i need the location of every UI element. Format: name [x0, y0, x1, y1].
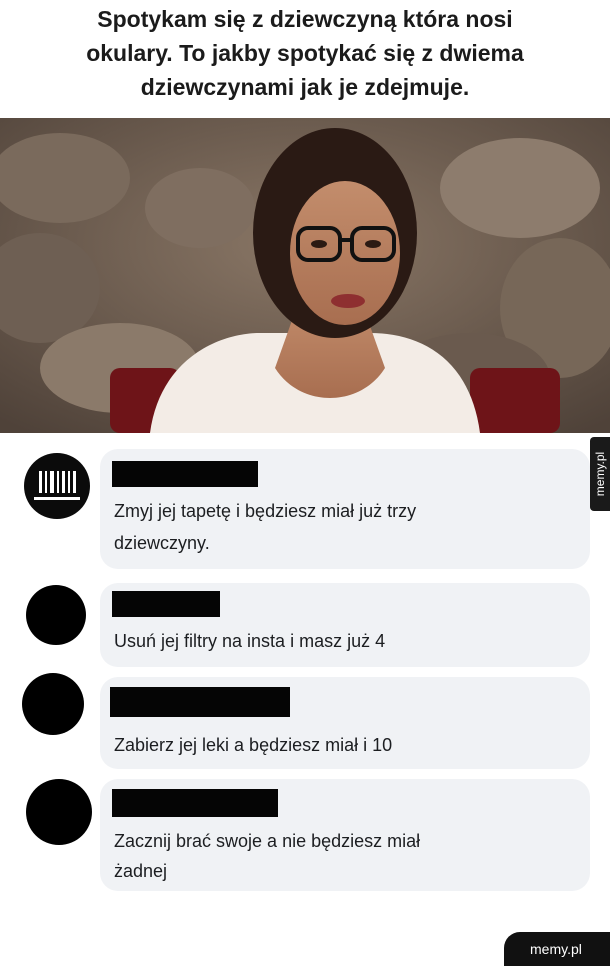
- comment-text-line-1: Zmyj jej tapetę i będziesz miał już trzy: [114, 501, 417, 521]
- meme-caption: Spotykam się z dziewczyną która nosi oku…: [0, 0, 610, 118]
- redacted-author-name[interactable]: [112, 591, 220, 617]
- comment-text-line-2: żadnej: [114, 861, 168, 881]
- photo-illustration: [0, 118, 610, 433]
- comments-section: Zmyj jej tapetę i będziesz miał już trzy…: [0, 433, 610, 966]
- caption-line-3: dziewczynami jak je zdejmuje.: [140, 74, 470, 100]
- avatar[interactable]: [26, 585, 86, 645]
- comment-text-line-1: Zacznij brać swoje a nie będziesz miał: [114, 831, 421, 851]
- watermark-side-text: memy.pl: [593, 451, 607, 497]
- avatar[interactable]: [24, 453, 90, 519]
- caption-line-2: okulary. To jakby spotykać się z dwiema: [86, 40, 524, 66]
- barcode-icon: [34, 471, 80, 500]
- redacted-author-name[interactable]: [110, 687, 290, 717]
- caption-line-1: Spotykam się z dziewczyną która nosi: [97, 6, 513, 32]
- watermark-bottom[interactable]: memy.pl: [504, 932, 610, 966]
- avatar[interactable]: [26, 779, 92, 845]
- redacted-author-name[interactable]: [112, 789, 278, 817]
- comment-text-line-1: Usuń jej filtry na insta i masz już 4: [114, 631, 386, 651]
- meme-photo: [0, 118, 610, 433]
- redacted-author-name[interactable]: [112, 461, 258, 487]
- comment-text-line-1: Zabierz jej leki a będziesz miał i 10: [114, 735, 393, 755]
- comment-text-line-2: dziewczyny.: [114, 533, 210, 553]
- watermark-bottom-text: memy.pl: [530, 941, 582, 957]
- watermark-side[interactable]: memy.pl: [590, 437, 610, 511]
- avatar[interactable]: [22, 673, 84, 735]
